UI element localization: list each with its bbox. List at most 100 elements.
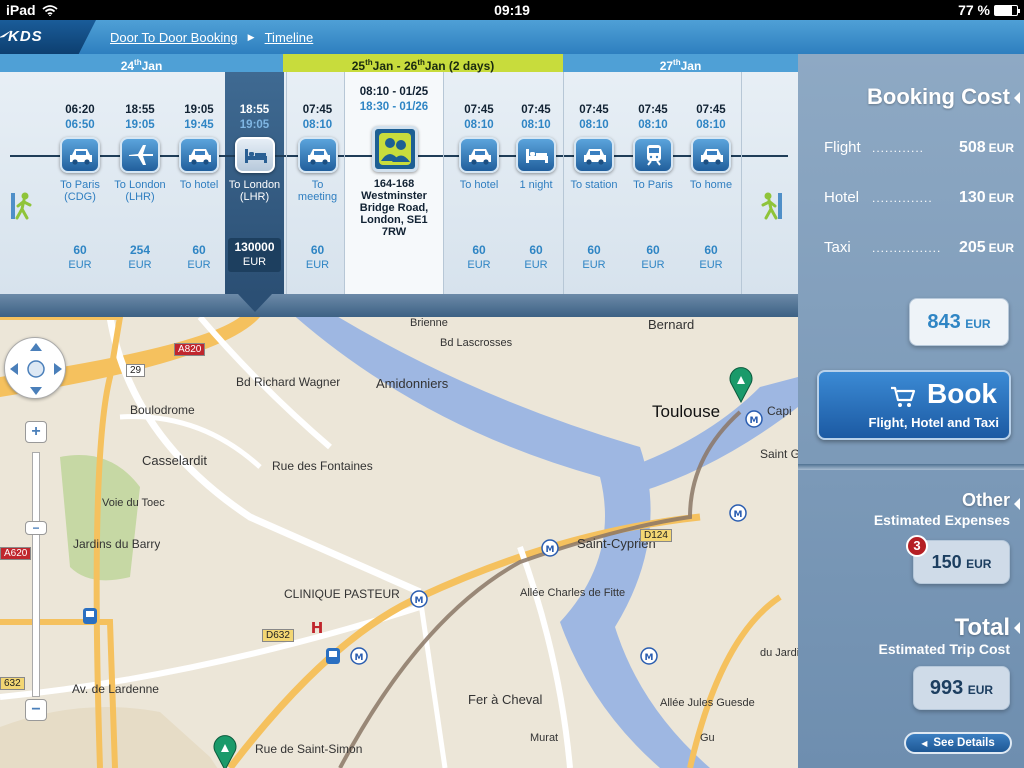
segment-currency: EUR xyxy=(467,259,491,271)
cost-panel: Booking Cost Flight............ 508 EUR Ho… xyxy=(798,54,1024,768)
timeline-segment[interactable]: 06:20 06:50 To Paris (CDG) 60 EUR xyxy=(50,72,110,312)
segment-depart-time: 07:45 xyxy=(696,104,726,116)
segment-destination: To London (LHR) xyxy=(228,179,281,203)
map-label: du Jardin xyxy=(760,647,798,659)
map-label: Toulouse xyxy=(652,402,721,421)
segment-destination: To hotel xyxy=(459,179,499,191)
timeline-segment[interactable]: 07:45 08:10 To station 60 EUR xyxy=(565,72,623,312)
zoom-slider-handle[interactable]: − xyxy=(25,521,47,535)
segment-arrive-time: 08:10 xyxy=(638,119,668,131)
zoom-out-button[interactable]: − xyxy=(25,699,47,721)
metro-icon: M xyxy=(350,647,368,665)
plane-icon xyxy=(120,137,160,173)
svg-text:M: M xyxy=(355,653,364,663)
timeline-segment[interactable]: 19:05 19:45 To hotel 60 EUR xyxy=(170,72,228,312)
timeline-segment[interactable]: 07:45 08:10 To home 60 EUR xyxy=(683,72,739,312)
breadcrumb: Door To Door Booking ▶ Timeline xyxy=(110,30,313,45)
zoom-in-button[interactable]: + xyxy=(25,421,47,443)
logo[interactable]: KDS xyxy=(8,28,43,45)
pan-arrows-icon xyxy=(10,343,62,395)
map-label: D124 xyxy=(640,529,672,542)
map-label: Bernard xyxy=(648,317,695,332)
segment-currency: EUR xyxy=(305,259,330,271)
end-walker-icon xyxy=(761,192,782,220)
taxi-icon xyxy=(60,137,100,173)
nav-bar: KDS Door To Door Booking ▶ Timeline xyxy=(0,20,1024,54)
map-label: Casselardit xyxy=(142,453,208,468)
segment-currency: EUR xyxy=(68,259,92,271)
segment-arrive-time: 19:05 xyxy=(239,119,270,131)
timeline-segment[interactable]: 07:45 08:10 To meeting 60 EUR xyxy=(290,72,345,312)
book-button[interactable]: Book Flight, Hotel and Taxi xyxy=(817,370,1011,440)
map-label: Capi xyxy=(767,404,792,418)
segment-arrive-time: 18:30 - 01/26 xyxy=(359,101,429,113)
metro-icon: M xyxy=(541,539,559,557)
timeline-panel: 24thJan 25thJan - 26thJan (2 days) 27thJ… xyxy=(0,54,798,317)
clock: 09:19 xyxy=(494,2,530,18)
map-label: Av. de Lardenne xyxy=(72,682,159,696)
map-label: Boulodrome xyxy=(130,403,195,417)
segment-currency: EUR xyxy=(242,256,267,268)
segment-price: 60 xyxy=(472,243,486,257)
booking-cost-title: Booking Cost xyxy=(867,84,1020,109)
status-bar: iPad 09:19 77 % xyxy=(0,0,1024,20)
day-header-24: 24thJan xyxy=(0,54,283,73)
segment-depart-time: 07:45 xyxy=(638,104,668,116)
origin-pin-icon[interactable] xyxy=(212,735,238,768)
segment-depart-time: 18:55 xyxy=(125,104,155,116)
destination-pin-icon[interactable] xyxy=(728,367,754,403)
map-label: Allée Jules Guesde xyxy=(660,697,755,709)
segment-arrive-time: 08:10 xyxy=(464,119,494,131)
meeting-icon xyxy=(372,126,418,172)
segment-destination: To station xyxy=(570,179,618,191)
segment-depart-time: 18:55 xyxy=(239,104,270,116)
battery-icon xyxy=(994,4,1020,16)
other-count-badge: 3 xyxy=(906,535,928,557)
segment-depart-time: 19:05 xyxy=(184,104,214,116)
timeline-segment[interactable]: 18:55 19:05 To London (LHR) 254 EUR xyxy=(110,72,170,312)
total-trip-box: 993 EUR xyxy=(913,666,1010,710)
segment-price: 60 xyxy=(310,243,325,257)
map-pan-control[interactable] xyxy=(4,337,66,399)
segment-destination: To Paris (CDG) xyxy=(60,179,100,203)
total-subtitle: Estimated Trip Cost xyxy=(878,641,1010,657)
map-label: A820 xyxy=(174,343,206,356)
segment-arrive-time: 19:45 xyxy=(184,119,214,131)
segment-currency: EUR xyxy=(187,259,211,271)
timeline-segment[interactable]: 08:10 - 01/25 18:30 - 01/26 164-168 West… xyxy=(345,72,443,312)
map-label: CLINIQUE PASTEUR xyxy=(284,587,400,601)
start-walker-icon xyxy=(11,192,32,220)
zoom-slider[interactable] xyxy=(32,452,40,697)
book-label: Book xyxy=(927,378,997,409)
svg-text:M: M xyxy=(750,416,759,426)
breadcrumb-door-to-door[interactable]: Door To Door Booking xyxy=(110,30,238,45)
see-details-button[interactable]: ◀ See Details xyxy=(904,732,1012,754)
svg-text:H: H xyxy=(311,619,324,635)
svg-text:M: M xyxy=(415,596,424,606)
map-label: 29 xyxy=(126,364,146,377)
panel-divider xyxy=(798,464,1024,470)
segment-price: 60 xyxy=(529,243,543,257)
day-header-27: 27thJan xyxy=(563,54,798,73)
segment-price: 60 xyxy=(587,243,601,257)
bed-icon xyxy=(234,137,275,173)
taxi-icon xyxy=(574,137,614,173)
svg-text:M: M xyxy=(734,510,743,520)
map-label: A620 xyxy=(0,547,32,560)
timeline-segment[interactable]: 07:45 08:10 1 night 60 EUR xyxy=(508,72,564,312)
timeline-segment[interactable]: 07:45 08:10 To Paris 60 EUR xyxy=(624,72,682,312)
map-label: Rue de Saint-Simon xyxy=(255,742,363,756)
bus-stop-icon xyxy=(326,648,340,664)
taxi-icon xyxy=(691,137,731,173)
train-icon xyxy=(633,137,673,173)
see-details-label: See Details xyxy=(933,737,995,749)
timeline-segment[interactable]: 07:45 08:10 To hotel 60 EUR xyxy=(450,72,508,312)
breadcrumb-timeline[interactable]: Timeline xyxy=(265,30,314,45)
map-view[interactable]: + − − Bernard Toulouse Capi Saint Georg Amid… xyxy=(0,317,798,768)
metro-icon: M xyxy=(745,410,763,428)
cart-icon xyxy=(891,386,916,407)
segment-depart-time: 06:20 xyxy=(65,104,95,116)
segment-arrive-time: 08:10 xyxy=(696,119,726,131)
timeline-segment[interactable]: 18:55 19:05 To London (LHR) 130000 EUR xyxy=(225,72,284,312)
map-label: Amidonniers xyxy=(376,376,449,391)
